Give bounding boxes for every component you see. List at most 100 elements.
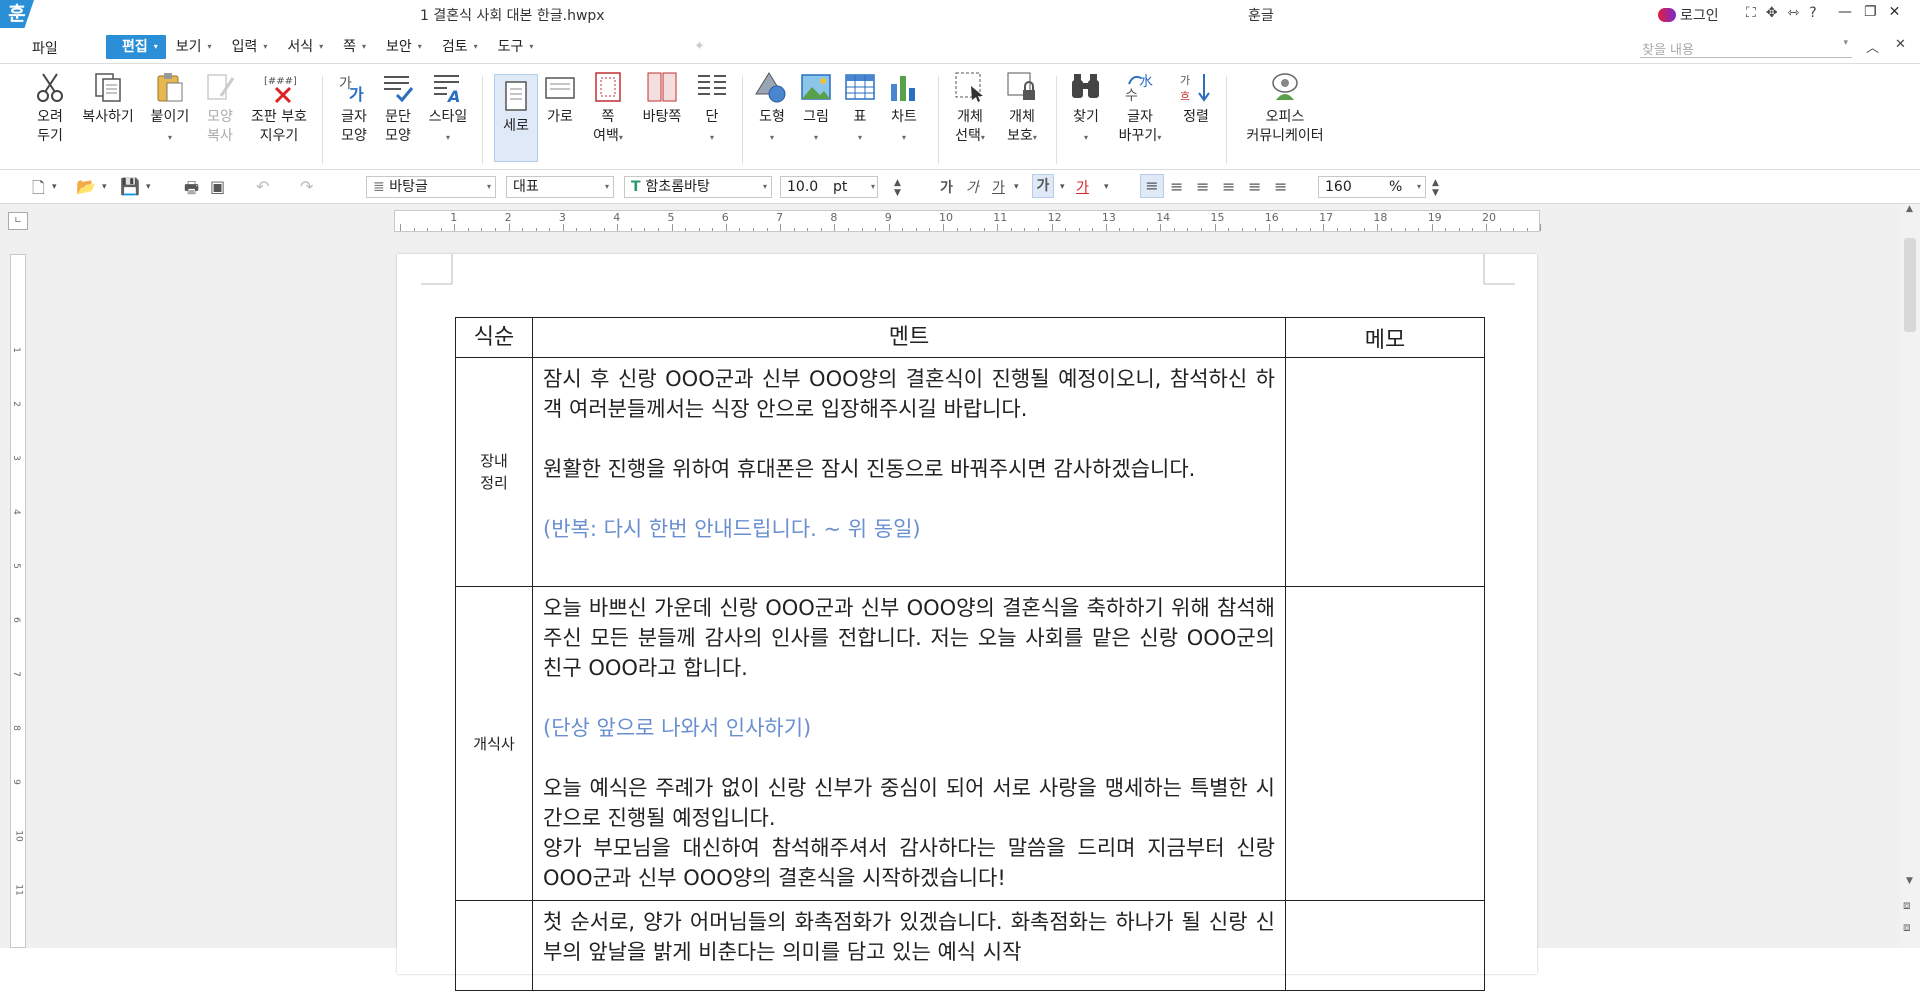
- open-folder-icon[interactable]: 📂: [76, 177, 96, 196]
- outline-button[interactable]: 가: [1032, 174, 1054, 198]
- object-protect-dropdown-icon[interactable]: ▾: [1033, 133, 1037, 142]
- split-view-icon[interactable]: ✥: [1766, 5, 1778, 21]
- italic-button[interactable]: 가: [966, 177, 979, 197]
- page-up-icon[interactable]: ⧈: [1903, 898, 1911, 913]
- row-label[interactable]: 장내 정리: [455, 357, 533, 587]
- scroll-thumb[interactable]: [1904, 238, 1916, 332]
- menu-review[interactable]: 검토 ▾: [432, 35, 488, 59]
- cut-button[interactable]: 오려 두기: [32, 70, 68, 146]
- shape-button[interactable]: 도형 ▾: [754, 70, 790, 147]
- picture-button[interactable]: 그림 ▾: [798, 70, 834, 147]
- collapse-ribbon-icon[interactable]: ︿: [1866, 37, 1879, 56]
- save-icon[interactable]: 💾: [120, 177, 140, 196]
- login-button[interactable]: 로그인: [1658, 5, 1719, 25]
- row-label[interactable]: [455, 900, 533, 991]
- print-icon[interactable]: 🖶: [184, 177, 199, 204]
- shape-dropdown-icon[interactable]: ▾: [770, 133, 774, 142]
- chart-dropdown-icon[interactable]: ▾: [902, 133, 906, 142]
- portrait-button[interactable]: 세로: [494, 74, 538, 162]
- memo-cell[interactable]: [1285, 586, 1485, 901]
- align-left-icon[interactable]: ≡: [1170, 177, 1183, 196]
- font-size-field[interactable]: 10.0 pt ▾: [780, 176, 878, 198]
- close-icon[interactable]: ✕: [1889, 4, 1901, 20]
- ment-cell[interactable]: 첫 순서로, 양가 어머님들의 화촉점화가 있겠습니다. 화촉점화는 하나가 될…: [532, 900, 1286, 991]
- zoom-field[interactable]: 160 % ▾: [1318, 176, 1426, 198]
- outline-dropdown-icon[interactable]: ▾: [1060, 182, 1065, 192]
- underline-button[interactable]: 가: [992, 177, 1005, 197]
- vertical-scrollbar[interactable]: ▲ ▼ ⧈ ⧈: [1900, 204, 1920, 948]
- clear-marks-button[interactable]: [###] 조판 부호 지우기: [248, 70, 310, 146]
- zoom-down-icon[interactable]: ▼: [1432, 188, 1439, 198]
- tab-type-icon[interactable]: ∟: [8, 212, 28, 230]
- font-select[interactable]: T 함초롬바탕 ▾: [624, 176, 772, 198]
- office-communicator-button[interactable]: 오피스 커뮤니케이터: [1240, 70, 1330, 146]
- bold-button[interactable]: 가: [940, 177, 953, 197]
- scroll-up-icon[interactable]: ▲: [1906, 204, 1913, 214]
- chart-button[interactable]: 차트 ▾: [886, 70, 922, 147]
- chevron-down-icon[interactable]: ▾: [871, 177, 875, 197]
- find-button[interactable]: 찾기 ▾: [1068, 70, 1104, 147]
- find-dropdown-icon[interactable]: ▾: [1084, 133, 1088, 142]
- help-icon[interactable]: ?: [1809, 5, 1816, 21]
- paste-button[interactable]: 붙이기 ▾: [148, 70, 192, 147]
- chevron-down-icon[interactable]: ▾: [605, 177, 609, 197]
- copy-button[interactable]: 복사하기: [78, 70, 138, 127]
- fullscreen-icon[interactable]: ⛶: [1746, 5, 1756, 21]
- object-select-dropdown-icon[interactable]: ▾: [981, 133, 985, 142]
- page-down-icon[interactable]: ⧈: [1903, 920, 1911, 935]
- menu-insert[interactable]: 입력 ▾: [222, 35, 278, 59]
- menu-edit[interactable]: 편집 ▾: [106, 35, 166, 59]
- new-dropdown-icon[interactable]: ▾: [52, 182, 57, 192]
- menu-page[interactable]: 쪽 ▾: [333, 35, 376, 59]
- minimize-icon[interactable]: —: [1838, 4, 1852, 20]
- size-up-icon[interactable]: ▲: [894, 178, 901, 188]
- distribute-icon[interactable]: ≡: [1248, 177, 1261, 196]
- columns-dropdown-icon[interactable]: ▾: [710, 133, 714, 142]
- object-select-button[interactable]: 개체 선택▾: [950, 70, 990, 147]
- horizontal-ruler[interactable]: 1 2 3 4 5 6 7 8 9 10 11 12 13 14 15 16 17 18 19 20: [394, 210, 1542, 232]
- close-doc-icon[interactable]: ✕: [1895, 37, 1906, 56]
- columns-button[interactable]: 단 ▾: [694, 70, 730, 147]
- table-button[interactable]: 표 ▾: [842, 70, 878, 147]
- ment-cell[interactable]: 잠시 후 신랑 OOO군과 신부 OOO양의 결혼식이 진행될 예정이오니, 참…: [532, 357, 1286, 587]
- picture-dropdown-icon[interactable]: ▾: [814, 133, 818, 142]
- header-ment[interactable]: 멘트: [532, 317, 1286, 358]
- open-dropdown-icon[interactable]: ▾: [102, 182, 107, 192]
- replace-button[interactable]: 수水 글자 바꾸기▾: [1112, 70, 1168, 147]
- font-color-button[interactable]: 가: [1076, 177, 1089, 197]
- new-document-icon[interactable]: 🗋: [32, 177, 45, 204]
- chevron-down-icon[interactable]: ▾: [763, 177, 767, 197]
- align-right-icon[interactable]: ≡: [1222, 177, 1235, 196]
- align-center-icon[interactable]: ≡: [1196, 177, 1209, 196]
- margin-button[interactable]: 쪽 여백▾: [586, 70, 630, 147]
- object-protect-button[interactable]: 개체 보호▾: [1000, 70, 1044, 147]
- margin-dropdown-icon[interactable]: ▾: [619, 133, 623, 142]
- header-order[interactable]: 식순: [455, 317, 533, 358]
- divide-icon[interactable]: ≡: [1274, 177, 1287, 196]
- menu-security[interactable]: 보안 ▾: [376, 35, 432, 59]
- style-select[interactable]: ≣ 바탕글 ▾: [366, 176, 496, 198]
- chevron-down-icon[interactable]: ▾: [1417, 177, 1421, 197]
- justify-icon[interactable]: ≡: [1140, 174, 1164, 198]
- style-button[interactable]: A 스타일 ▾: [424, 70, 472, 147]
- ment-cell[interactable]: 오늘 바쁘신 가운데 신랑 OOO군과 신부 OOO양의 결혼식을 축하하기 위…: [532, 586, 1286, 901]
- zoom-up-icon[interactable]: ▲: [1432, 178, 1439, 188]
- header-memo[interactable]: 메모: [1285, 317, 1485, 358]
- chevron-down-icon[interactable]: ▾: [1843, 38, 1848, 48]
- save-dropdown-icon[interactable]: ▾: [146, 182, 151, 192]
- format-copy-button[interactable]: 모양 복사: [202, 70, 238, 146]
- underline-dropdown-icon[interactable]: ▾: [1014, 182, 1019, 192]
- style-dropdown-icon[interactable]: ▾: [446, 133, 450, 142]
- redo-icon[interactable]: ↷: [300, 177, 313, 196]
- sort-button[interactable]: 가흐 정렬: [1178, 70, 1214, 127]
- vertical-ruler[interactable]: 1 2 3 4 5 6 7 8 9 10 11: [10, 254, 26, 948]
- landscape-button[interactable]: 가로: [542, 70, 578, 127]
- toolbar-toggle-icon[interactable]: ✦: [694, 39, 712, 55]
- preview-icon[interactable]: ▣: [210, 177, 225, 196]
- paste-dropdown-icon[interactable]: ▾: [168, 133, 172, 142]
- menu-format[interactable]: 서식 ▾: [277, 35, 333, 59]
- menu-view[interactable]: 보기 ▾: [166, 35, 222, 59]
- language-select[interactable]: 대표 ▾: [506, 176, 614, 198]
- char-shape-button[interactable]: 가가 글자 모양: [336, 70, 372, 146]
- table-dropdown-icon[interactable]: ▾: [858, 133, 862, 142]
